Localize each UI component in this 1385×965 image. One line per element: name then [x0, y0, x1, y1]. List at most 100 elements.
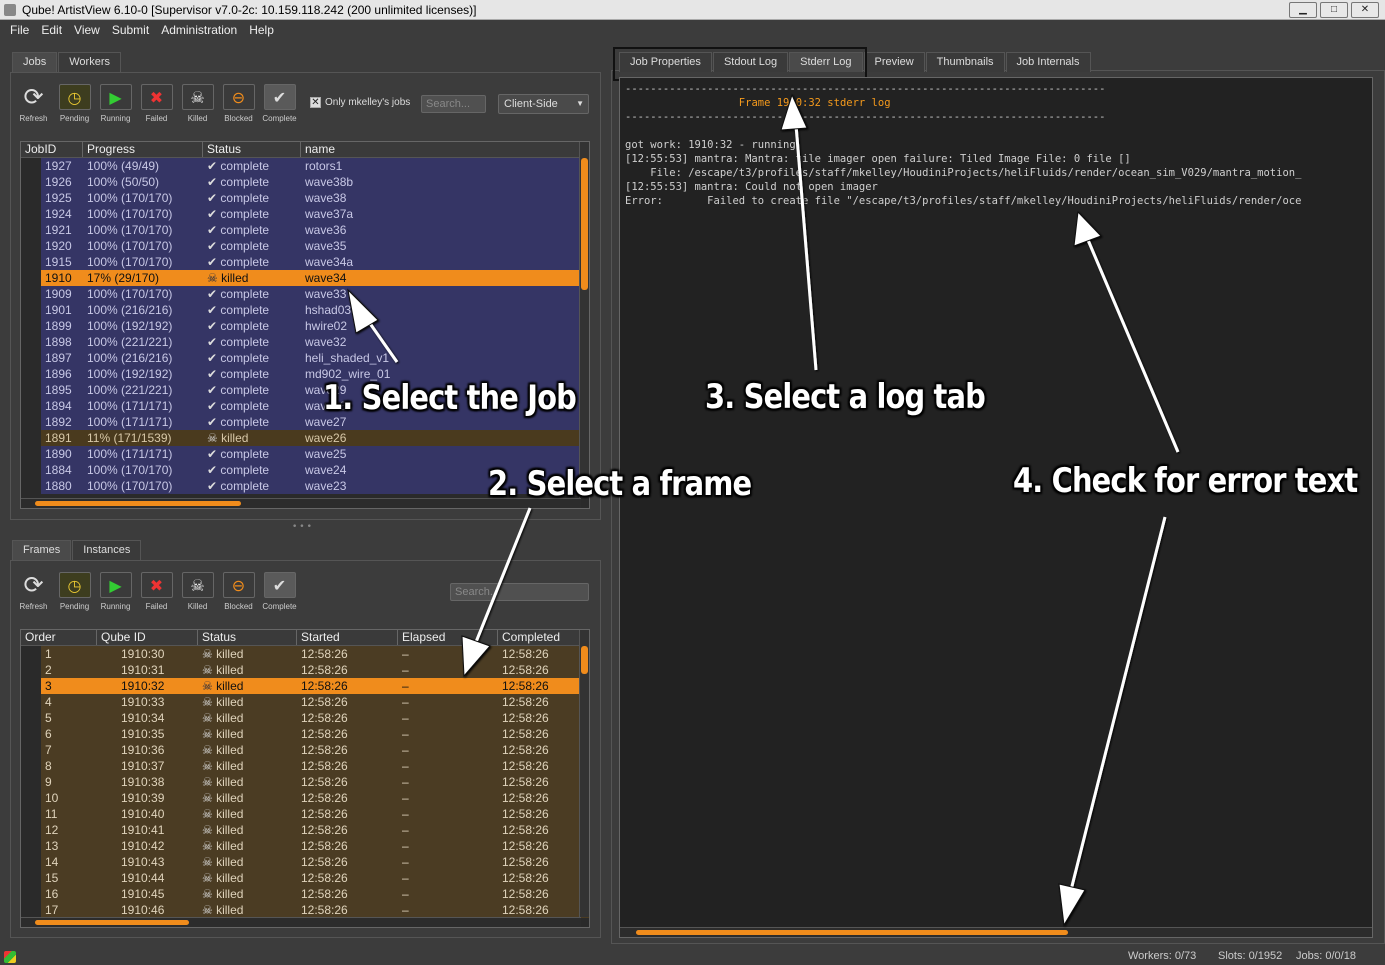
table-row[interactable]: 1924 100% (170/170) ✔ complete wave37a [21, 206, 589, 222]
frames-killed-button[interactable]: ☠ Killed [177, 572, 218, 614]
col-frame-status[interactable]: Status [198, 630, 297, 645]
table-row[interactable]: 14 1910:43 ☠ killed 12:58:26 – 12:58:26 [21, 854, 589, 870]
table-row[interactable]: 1 1910:30 ☠ killed 12:58:26 – 12:58:26 [21, 646, 589, 662]
table-row[interactable]: 1926 100% (50/50) ✔ complete wave38b [21, 174, 589, 190]
table-row[interactable]: 5 1910:34 ☠ killed 12:58:26 – 12:58:26 [21, 710, 589, 726]
status-cell: ✔ complete [203, 382, 301, 398]
elapsed-cell: – [402, 823, 409, 837]
frames-tabs: Frames Instances [12, 540, 142, 560]
elapsed-cell: – [402, 711, 409, 725]
splitter-handle[interactable]: ••• [292, 523, 318, 532]
table-row[interactable]: 12 1910:41 ☠ killed 12:58:26 – 12:58:26 [21, 822, 589, 838]
col-order[interactable]: Order [21, 630, 97, 645]
tab-jobs[interactable]: Jobs [12, 52, 58, 72]
log-line: [12:55:53] mantra: Could not open imager [625, 181, 878, 193]
table-row[interactable]: 1891 11% (171/1539) ☠ killed wave26 [21, 430, 589, 446]
only-mine-checkbox[interactable]: ✕ [310, 97, 321, 108]
tab-frames[interactable]: Frames [12, 540, 72, 560]
frames-blocked-button[interactable]: ⊖ Blocked [218, 572, 259, 614]
jobs-running-button[interactable]: ▶ Running [95, 84, 136, 126]
table-row[interactable]: 10 1910:39 ☠ killed 12:58:26 – 12:58:26 [21, 790, 589, 806]
table-row[interactable]: 1901 100% (216/216) ✔ complete hshad03 [21, 302, 589, 318]
menu-view[interactable]: View [68, 20, 106, 40]
table-row[interactable]: 11 1910:40 ☠ killed 12:58:26 – 12:58:26 [21, 806, 589, 822]
tab-instances[interactable]: Instances [72, 540, 142, 560]
jobs-failed-button[interactable]: ✖ Failed [136, 84, 177, 126]
frames-vscroll[interactable] [579, 630, 589, 917]
frames-pending-button[interactable]: ◷ Pending [54, 572, 95, 614]
table-row[interactable]: 13 1910:42 ☠ killed 12:58:26 – 12:58:26 [21, 838, 589, 854]
frames-failed-button[interactable]: ✖ Failed [136, 572, 177, 614]
jobs-blocked-button[interactable]: ⊖ Blocked [218, 84, 259, 126]
check-icon: ✔ [207, 351, 221, 365]
status-cell: ✔ complete [203, 398, 301, 414]
table-row[interactable]: 1921 100% (170/170) ✔ complete wave36 [21, 222, 589, 238]
table-row[interactable]: 1898 100% (221/221) ✔ complete wave32 [21, 334, 589, 350]
tab-preview[interactable]: Preview [863, 52, 925, 72]
progress-cell: 100% (170/170) [87, 255, 173, 269]
row-gutter [21, 238, 41, 254]
table-row[interactable]: 4 1910:33 ☠ killed 12:58:26 – 12:58:26 [21, 694, 589, 710]
close-button[interactable]: ✕ [1351, 2, 1379, 18]
table-row[interactable]: 16 1910:45 ☠ killed 12:58:26 – 12:58:26 [21, 886, 589, 902]
col-completed[interactable]: Completed [498, 630, 589, 645]
row-gutter [21, 382, 41, 398]
table-row[interactable]: 3 1910:32 ☠ killed 12:58:26 – 12:58:26 [21, 678, 589, 694]
table-row[interactable]: 1920 100% (170/170) ✔ complete wave35 [21, 238, 589, 254]
table-row[interactable]: 2 1910:31 ☠ killed 12:58:26 – 12:58:26 [21, 662, 589, 678]
table-row[interactable]: 1927 100% (49/49) ✔ complete rotors1 [21, 158, 589, 174]
col-status[interactable]: Status [203, 142, 301, 157]
tab-job-internals[interactable]: Job Internals [1005, 52, 1091, 72]
table-row[interactable]: 1890 100% (171/171) ✔ complete wave25 [21, 446, 589, 462]
jobs-search-input[interactable]: Search... [421, 95, 486, 113]
jobs-refresh-button[interactable]: ⟳ Refresh [13, 83, 54, 126]
status-text: killed [216, 775, 244, 789]
frames-running-button[interactable]: ▶ Running [95, 572, 136, 614]
jobs-pending-button[interactable]: ◷ Pending [54, 84, 95, 126]
status-text: complete [220, 415, 270, 429]
col-progress[interactable]: Progress [83, 142, 203, 157]
jobs-complete-button[interactable]: ✔ Complete [259, 84, 300, 126]
table-row[interactable]: 1915 100% (170/170) ✔ complete wave34a [21, 254, 589, 270]
status-jobs: Jobs: 0/0/18 [1296, 950, 1356, 962]
menu-help[interactable]: Help [243, 20, 280, 40]
tab-workers[interactable]: Workers [58, 52, 121, 72]
minimize-button[interactable]: ▁ [1289, 2, 1317, 18]
col-elapsed[interactable]: Elapsed [398, 630, 498, 645]
table-row[interactable]: 9 1910:38 ☠ killed 12:58:26 – 12:58:26 [21, 774, 589, 790]
log-hscroll[interactable] [620, 927, 1372, 937]
frames-hscroll[interactable] [21, 917, 581, 927]
log-viewer[interactable]: ----------------------------------------… [619, 77, 1373, 938]
jobs-vscroll[interactable] [579, 142, 589, 498]
client-side-select[interactable]: Client-Side ▼ [498, 94, 589, 114]
table-row[interactable]: 15 1910:44 ☠ killed 12:58:26 – 12:58:26 [21, 870, 589, 886]
failed-icon: ✖ [140, 572, 173, 598]
table-row[interactable]: 17 1910:46 ☠ killed 12:58:26 – 12:58:26 [21, 902, 589, 918]
maximize-button[interactable]: □ [1320, 2, 1348, 18]
frames-table-header: Order Qube ID Status Started Elapsed Com… [21, 630, 589, 646]
col-name[interactable]: name [301, 142, 589, 157]
started-cell: 12:58:26 [301, 823, 348, 837]
table-row[interactable]: 1897 100% (216/216) ✔ complete heli_shaded_… [21, 350, 589, 366]
table-row[interactable]: 8 1910:37 ☠ killed 12:58:26 – 12:58:26 [21, 758, 589, 774]
menu-edit[interactable]: Edit [35, 20, 68, 40]
frames-complete-button[interactable]: ✔ Complete [259, 572, 300, 614]
table-row[interactable]: 1909 100% (170/170) ✔ complete wave33 [21, 286, 589, 302]
menu-administration[interactable]: Administration [155, 20, 243, 40]
col-qube-id[interactable]: Qube ID [97, 630, 198, 645]
menu-submit[interactable]: Submit [106, 20, 155, 40]
frames-search-input[interactable]: Search... [450, 583, 589, 601]
table-row[interactable]: 6 1910:35 ☠ killed 12:58:26 – 12:58:26 [21, 726, 589, 742]
tab-thumbnails[interactable]: Thumbnails [925, 52, 1005, 72]
table-row[interactable]: 1910 17% (29/170) ☠ killed wave34 [21, 270, 589, 286]
table-row[interactable]: 1925 100% (170/170) ✔ complete wave38 [21, 190, 589, 206]
jobs-killed-button[interactable]: ☠ Killed [177, 84, 218, 126]
status-cell: ☠ killed [198, 646, 297, 662]
log-separator-2: ----------------------------------------… [625, 111, 1106, 123]
table-row[interactable]: 7 1910:36 ☠ killed 12:58:26 – 12:58:26 [21, 742, 589, 758]
frames-refresh-button[interactable]: ⟳ Refresh [13, 571, 54, 614]
col-jobid[interactable]: JobID [21, 142, 83, 157]
table-row[interactable]: 1899 100% (192/192) ✔ complete hwire02 [21, 318, 589, 334]
menu-file[interactable]: File [4, 20, 35, 40]
col-started[interactable]: Started [297, 630, 398, 645]
